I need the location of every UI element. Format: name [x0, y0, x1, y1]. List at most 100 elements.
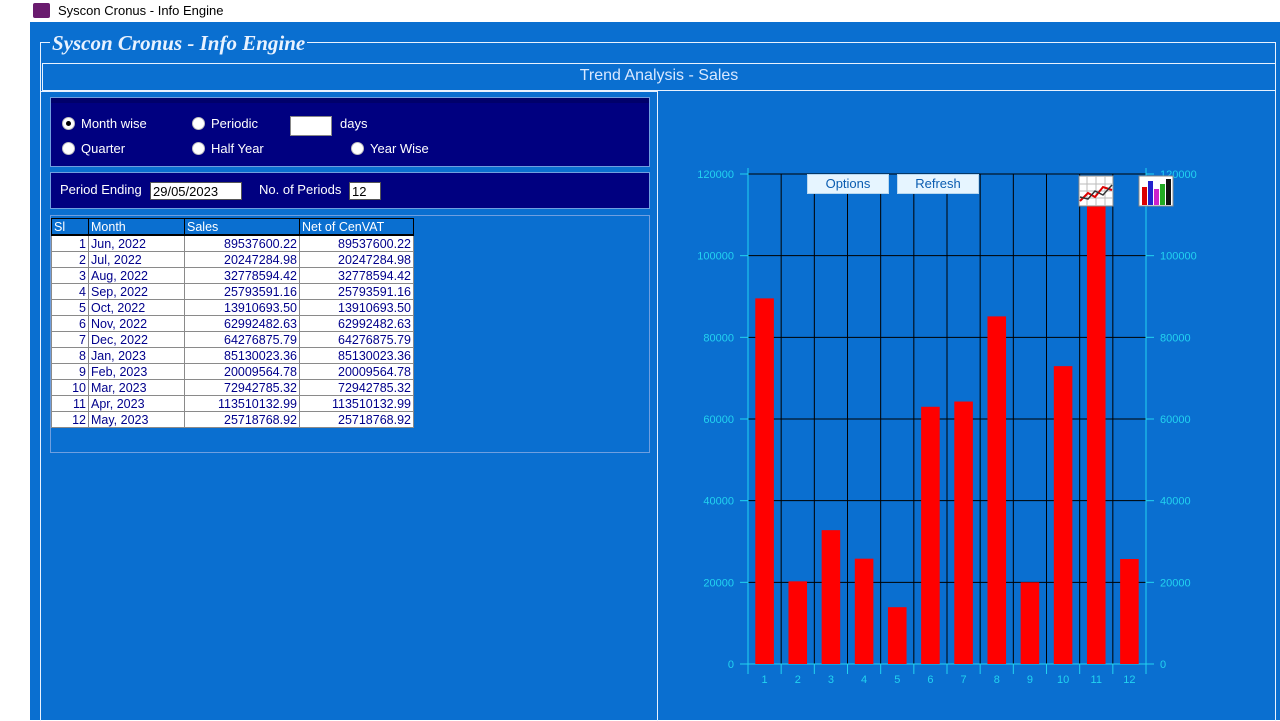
cell-month[interactable]: May, 2023: [88, 411, 185, 428]
line-chart-icon[interactable]: [1078, 175, 1114, 207]
cell-sales[interactable]: 13910693.50: [184, 299, 300, 316]
cell-sales[interactable]: 20247284.98: [184, 251, 300, 268]
cell-sl[interactable]: 11: [51, 395, 89, 412]
y-tick-label-left: 0: [728, 659, 734, 671]
cell-sl[interactable]: 10: [51, 379, 89, 396]
table-row[interactable]: 12 May, 2023 25718768.92 25718768.92: [51, 411, 414, 428]
options-button[interactable]: Options: [807, 174, 889, 194]
cell-month[interactable]: Feb, 2023: [88, 363, 185, 380]
bar: [1120, 558, 1139, 664]
table-row[interactable]: 2 Jul, 2022 20247284.98 20247284.98: [51, 251, 414, 268]
cell-sl[interactable]: 9: [51, 363, 89, 380]
cell-net-of-cenvat[interactable]: 89537600.22: [299, 234, 414, 252]
cell-net-of-cenvat[interactable]: 85130023.36: [299, 347, 414, 364]
table-row[interactable]: 6 Nov, 2022 62992482.63 62992482.63: [51, 315, 414, 332]
col-header-sales[interactable]: Sales: [184, 218, 300, 236]
table-row[interactable]: 3 Aug, 2022 32778594.42 32778594.42: [51, 267, 414, 284]
cell-sales[interactable]: 85130023.36: [184, 347, 300, 364]
cell-sales[interactable]: 62992482.63: [184, 315, 300, 332]
cell-month[interactable]: Jan, 2023: [88, 347, 185, 364]
radio-icon: [62, 142, 75, 155]
table-row[interactable]: 5 Oct, 2022 13910693.50 13910693.50: [51, 299, 414, 316]
col-header-month[interactable]: Month: [88, 218, 185, 236]
bar: [987, 316, 1007, 664]
window-title: Syscon Cronus - Info Engine: [58, 3, 224, 18]
bar-chart-icon[interactable]: [1138, 175, 1174, 207]
bar: [854, 558, 874, 664]
table-row[interactable]: 10 Mar, 2023 72942785.32 72942785.32: [51, 379, 414, 396]
cell-month[interactable]: Dec, 2022: [88, 331, 185, 348]
x-tick-label: 9: [1027, 674, 1033, 686]
y-tick-label-right: 60000: [1160, 414, 1191, 426]
cell-month[interactable]: Sep, 2022: [88, 283, 185, 300]
table-row[interactable]: 7 Dec, 2022 64276875.79 64276875.79: [51, 331, 414, 348]
cell-month[interactable]: Jun, 2022: [88, 234, 185, 252]
bar: [788, 581, 808, 664]
radio-year-wise[interactable]: Year Wise: [351, 141, 429, 157]
days-input[interactable]: [290, 116, 332, 136]
cell-month[interactable]: Oct, 2022: [88, 299, 185, 316]
cell-net-of-cenvat[interactable]: 64276875.79: [299, 331, 414, 348]
no-of-periods-input[interactable]: 12: [349, 182, 381, 200]
cell-sales[interactable]: 89537600.22: [184, 234, 300, 252]
table-row[interactable]: 1 Jun, 2022 89537600.22 89537600.22: [51, 234, 414, 252]
radio-half-year[interactable]: Half Year: [192, 141, 264, 157]
cell-net-of-cenvat[interactable]: 62992482.63: [299, 315, 414, 332]
cell-sales[interactable]: 32778594.42: [184, 267, 300, 284]
cell-net-of-cenvat[interactable]: 32778594.42: [299, 267, 414, 284]
cell-sl[interactable]: 3: [51, 267, 89, 284]
cell-sl[interactable]: 8: [51, 347, 89, 364]
table-header-row: Sl Month Sales Net of CenVAT: [51, 218, 414, 236]
y-tick-label-left: 100000: [697, 251, 734, 263]
cell-sales[interactable]: 113510132.99: [184, 395, 300, 412]
cell-net-of-cenvat[interactable]: 13910693.50: [299, 299, 414, 316]
main-window: Syscon Cronus - Info Engine Trend Analys…: [30, 22, 1280, 721]
page-title: Trend Analysis - Sales: [42, 63, 1276, 91]
cell-net-of-cenvat[interactable]: 25793591.16: [299, 283, 414, 300]
col-header-net-of-cenvat[interactable]: Net of CenVAT: [299, 218, 414, 236]
radio-quarter[interactable]: Quarter: [62, 141, 125, 157]
refresh-button[interactable]: Refresh: [897, 174, 979, 194]
cell-sales[interactable]: 25718768.92: [184, 411, 300, 428]
cell-sl[interactable]: 2: [51, 251, 89, 268]
radio-month-wise-label: Month wise: [81, 116, 147, 131]
no-of-periods-label: No. of Periods: [259, 182, 342, 197]
cell-sl[interactable]: 12: [51, 411, 89, 428]
cell-sales[interactable]: 72942785.32: [184, 379, 300, 396]
cell-month[interactable]: Nov, 2022: [88, 315, 185, 332]
cell-sales[interactable]: 20009564.78: [184, 363, 300, 380]
period-settings: Period Ending 29/05/2023 No. of Periods …: [50, 172, 650, 209]
radio-month-wise[interactable]: Month wise: [62, 116, 147, 132]
y-tick-label-left: 20000: [703, 577, 734, 589]
table-row[interactable]: 9 Feb, 2023 20009564.78 20009564.78: [51, 363, 414, 380]
period-ending-input[interactable]: 29/05/2023: [150, 182, 242, 200]
x-tick-label: 5: [894, 674, 900, 686]
cell-net-of-cenvat[interactable]: 72942785.32: [299, 379, 414, 396]
cell-sl[interactable]: 1: [51, 234, 89, 252]
cell-sl[interactable]: 7: [51, 331, 89, 348]
options-header-strip: [51, 98, 649, 103]
col-header-sl[interactable]: Sl: [51, 218, 89, 236]
cell-month[interactable]: Apr, 2023: [88, 395, 185, 412]
cell-net-of-cenvat[interactable]: 25718768.92: [299, 411, 414, 428]
table-row[interactable]: 11 Apr, 2023 113510132.99 113510132.99: [51, 395, 414, 412]
radio-selected-icon: [62, 117, 75, 130]
cell-sl[interactable]: 5: [51, 299, 89, 316]
cell-month[interactable]: Mar, 2023: [88, 379, 185, 396]
cell-sl[interactable]: 6: [51, 315, 89, 332]
cell-net-of-cenvat[interactable]: 20247284.98: [299, 251, 414, 268]
radio-periodic-label: Periodic: [211, 116, 258, 131]
bar: [887, 607, 907, 664]
cell-month[interactable]: Aug, 2022: [88, 267, 185, 284]
radio-periodic[interactable]: Periodic: [192, 116, 258, 132]
table-row[interactable]: 8 Jan, 2023 85130023.36 85130023.36: [51, 347, 414, 364]
cell-month[interactable]: Jul, 2022: [88, 251, 185, 268]
cell-sales[interactable]: 64276875.79: [184, 331, 300, 348]
cell-sales[interactable]: 25793591.16: [184, 283, 300, 300]
bar: [921, 406, 940, 664]
cell-net-of-cenvat[interactable]: 20009564.78: [299, 363, 414, 380]
table-row[interactable]: 4 Sep, 2022 25793591.16 25793591.16: [51, 283, 414, 300]
cell-net-of-cenvat[interactable]: 113510132.99: [299, 395, 414, 412]
x-tick-label: 1: [762, 674, 768, 686]
cell-sl[interactable]: 4: [51, 283, 89, 300]
